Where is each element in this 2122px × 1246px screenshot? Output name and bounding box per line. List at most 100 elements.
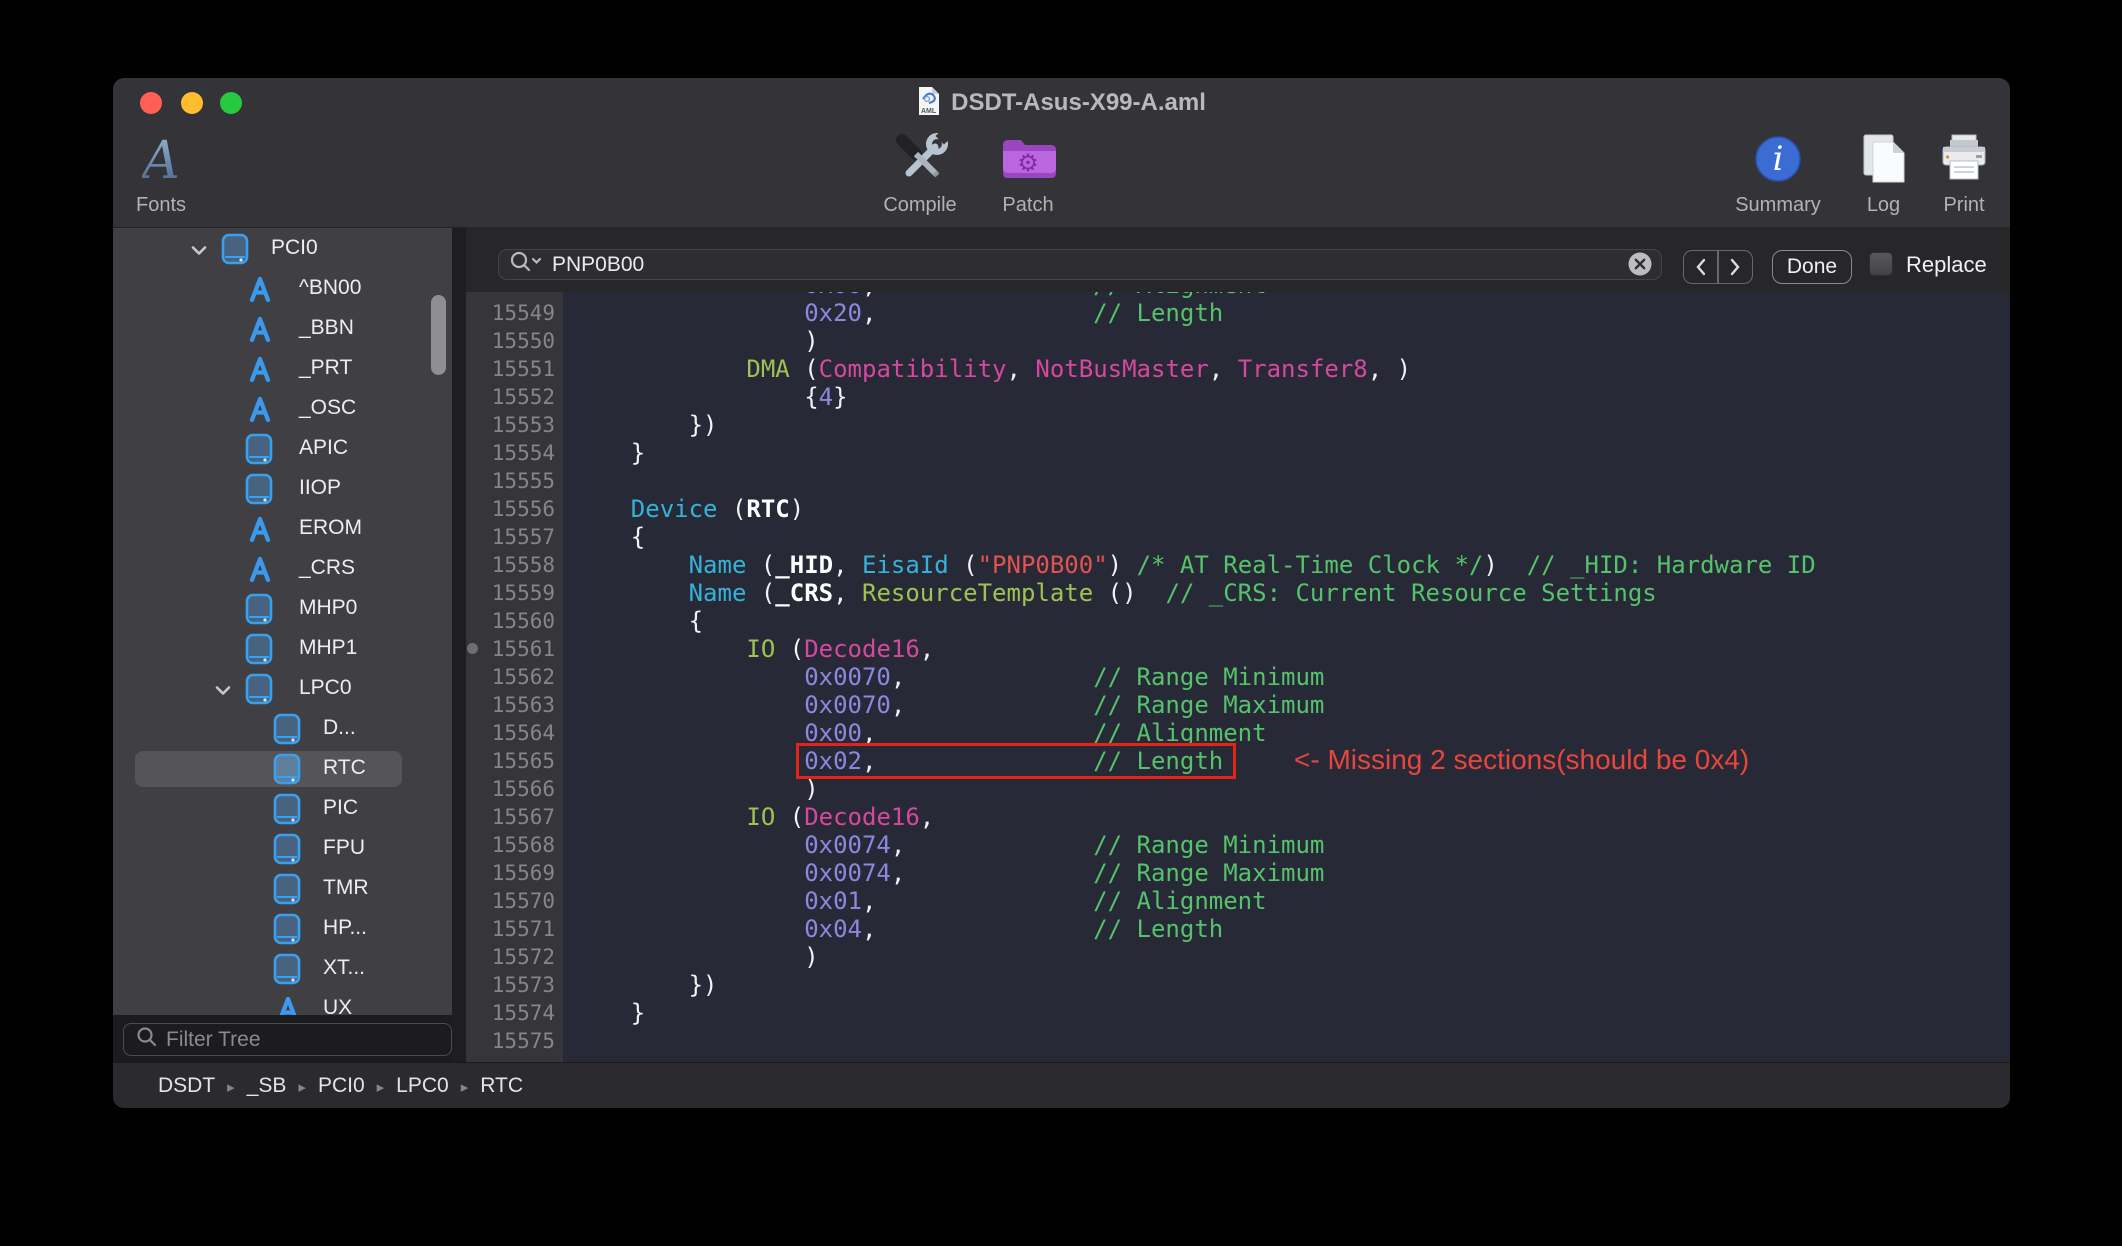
line-number: 15563 [466,691,555,719]
tree-item-bbn[interactable]: _BBN [113,309,452,349]
tree-item-label: PCI0 [271,236,318,260]
breadcrumb: DSDT▸_SB▸PCI0▸LPC0▸RTC [113,1062,2010,1108]
code-line[interactable]: 0x00, // Alignment [573,292,1267,299]
code-line[interactable]: { [573,607,703,635]
code-line[interactable]: } [573,439,645,467]
filter-tree-placeholder: Filter Tree [166,1028,261,1052]
clear-search-button[interactable] [1627,251,1653,277]
annotation-text: <- Missing 2 sections(should be 0x4) [1294,743,1749,779]
tree-item-apic[interactable]: APIC [113,429,452,469]
patch-label: Patch [1002,194,1053,217]
code-line[interactable]: ) [573,775,819,803]
log-label: Log [1867,194,1900,217]
patch-folder-icon: ⚙ [1000,136,1056,187]
log-button[interactable]: Log [1846,132,1921,217]
code-line[interactable]: IO (Decode16, [573,803,934,831]
find-query-text: PNP0B00 [552,253,644,277]
code-line[interactable]: }) [573,411,718,439]
tree-item-label: MHP1 [299,636,357,660]
breadcrumb-item-rtc[interactable]: RTC [480,1074,523,1098]
tree-item-rtc[interactable]: RTC [113,749,452,789]
chevron-down-icon[interactable] [215,683,231,701]
tree-item-osc[interactable]: _OSC [113,389,452,429]
split-divider[interactable] [452,228,466,1062]
tree-item-mhp0[interactable]: MHP0 [113,589,452,629]
code-line[interactable]: }) [573,971,718,999]
fonts-button[interactable]: A Fonts [121,132,201,217]
device-icon [245,433,273,470]
tree-item-pci0[interactable]: PCI0 [113,229,452,269]
search-menu-icon[interactable] [509,250,543,279]
code-line[interactable]: DMA (Compatibility, NotBusMaster, Transf… [573,355,1411,383]
tree-item-label: ^BN00 [299,276,361,300]
tree-item-erom[interactable]: EROM [113,509,452,549]
find-input[interactable]: PNP0B00 [498,249,1662,280]
find-previous-button[interactable] [1684,251,1717,283]
code-line[interactable]: 0x0070, // Range Maximum [573,691,1324,719]
print-button[interactable]: Print [1928,132,2000,217]
breadcrumb-separator-icon: ▸ [227,1076,235,1096]
printer-icon [1938,133,1990,190]
code-line[interactable]: } [573,999,645,1027]
sidebar-tree[interactable]: PCI0^BN00_BBN_PRT_OSCAPICIIOPEROM_CRSMHP… [113,228,452,1015]
breadcrumb-item-lpc0[interactable]: LPC0 [396,1074,449,1098]
line-number: 15553 [466,411,555,439]
code-line[interactable]: ) [573,327,819,355]
line-number: 15561 [466,635,555,663]
title-bar: AML DSDT-Asus-X99-A.aml [113,78,2010,128]
tree-item-label: XT... [323,956,365,980]
code-line[interactable]: Name (_HID, EisaId ("PNP0B00") /* AT Rea… [573,551,1816,579]
breadcrumb-item-sb[interactable]: _SB [247,1074,287,1098]
tree-item-pic[interactable]: PIC [113,789,452,829]
sidebar-scrollbar-thumb[interactable] [431,295,446,375]
code-editor[interactable]: 1554915550155511555215553155541555515556… [466,292,2010,1062]
code-line[interactable]: { [573,523,645,551]
line-number: 15569 [466,859,555,887]
replace-checkbox[interactable] [1869,252,1893,276]
code-line[interactable]: 0x04, // Length [573,915,1223,943]
patch-button[interactable]: ⚙ Patch [983,132,1073,217]
code-line[interactable]: 0x0074, // Range Maximum [573,859,1324,887]
tree-item-mhp1[interactable]: MHP1 [113,629,452,669]
tree-item-crs[interactable]: _CRS [113,549,452,589]
breadcrumb-item-dsdt[interactable]: DSDT [158,1074,215,1098]
compile-button[interactable]: Compile [870,132,970,217]
tree-item-fpu[interactable]: FPU [113,829,452,869]
tree-item-bn00[interactable]: ^BN00 [113,269,452,309]
tree-item-label: EROM [299,516,362,540]
chevron-down-icon[interactable] [191,243,207,261]
filter-tree-input[interactable]: Filter Tree [123,1023,452,1056]
code-line[interactable]: 0x20, // Length [573,299,1223,327]
line-number: 15575 [466,1027,555,1055]
tree-item-label: _PRT [299,356,352,380]
code-line[interactable]: 0x0074, // Range Minimum [573,831,1324,859]
code-line[interactable]: IO (Decode16, [573,635,934,663]
tree-item-label: APIC [299,436,348,460]
find-next-button[interactable] [1719,251,1752,283]
method-icon [245,313,275,350]
method-icon [273,993,303,1015]
tree-item-lpc0[interactable]: LPC0 [113,669,452,709]
line-number: 15566 [466,775,555,803]
code-line[interactable]: ) [573,943,819,971]
line-number: 15554 [466,439,555,467]
device-icon [273,833,301,870]
tree-item-prt[interactable]: _PRT [113,349,452,389]
code-line[interactable]: 0x01, // Alignment [573,887,1267,915]
tree-item-hp[interactable]: HP... [113,909,452,949]
tree-item-iiop[interactable]: IIOP [113,469,452,509]
annotation-red-box [796,743,1236,779]
code-line[interactable]: {4} [573,383,848,411]
tree-item-label: FPU [323,836,365,860]
breadcrumb-item-pci0[interactable]: PCI0 [318,1074,365,1098]
tree-item-ux[interactable]: UX [113,989,452,1015]
code-line[interactable]: Device (RTC) [573,495,804,523]
compile-label: Compile [883,194,956,217]
done-button[interactable]: Done [1772,250,1852,284]
tree-item-xt[interactable]: XT... [113,949,452,989]
code-line[interactable]: 0x0070, // Range Minimum [573,663,1324,691]
code-line[interactable]: Name (_CRS, ResourceTemplate () // _CRS:… [573,579,1657,607]
tree-item-d[interactable]: D... [113,709,452,749]
summary-button[interactable]: i Summary [1728,132,1828,217]
tree-item-tmr[interactable]: TMR [113,869,452,909]
